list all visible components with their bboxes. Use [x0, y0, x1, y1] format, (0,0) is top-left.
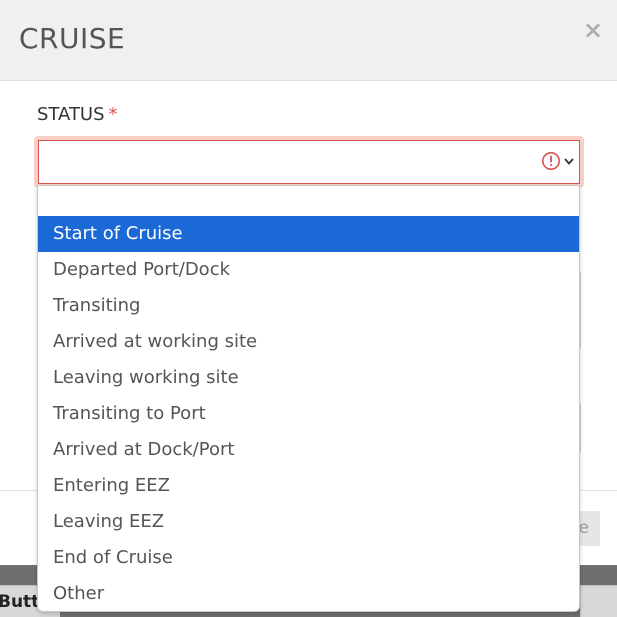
- dropdown-option[interactable]: Other: [38, 576, 579, 612]
- dropdown-option[interactable]: End of Cruise: [38, 540, 579, 576]
- status-select[interactable]: [38, 140, 580, 184]
- dropdown-option[interactable]: Departed Port/Dock: [38, 252, 579, 288]
- dropdown-option[interactable]: Arrived at Dock/Port: [38, 432, 579, 468]
- required-indicator: *: [108, 104, 118, 125]
- close-icon[interactable]: ×: [583, 18, 603, 42]
- dropdown-option[interactable]: Leaving working site: [38, 360, 579, 396]
- dropdown-option[interactable]: Leaving EEZ: [38, 504, 579, 540]
- dropdown-option[interactable]: Transiting: [38, 288, 579, 324]
- dropdown-option[interactable]: Start of Cruise: [38, 216, 579, 252]
- modal-header: CRUISE ×: [0, 0, 617, 81]
- page: Butt CRUISE × STATUS * e Start of Cruise …: [0, 0, 617, 617]
- dropdown-search-input[interactable]: [38, 186, 579, 216]
- dropdown-option[interactable]: Transiting to Port: [38, 396, 579, 432]
- dropdown-option[interactable]: Entering EEZ: [38, 468, 579, 504]
- modal-title: CRUISE: [19, 22, 126, 55]
- exclamation-circle-icon: [542, 152, 560, 170]
- chevron-down-icon[interactable]: [563, 155, 575, 167]
- background-panel: [580, 585, 617, 617]
- status-field-label: STATUS *: [37, 104, 118, 125]
- status-label-text: STATUS: [37, 104, 105, 125]
- status-dropdown-list: Start of Cruise Departed Port/Dock Trans…: [37, 185, 580, 612]
- dropdown-option[interactable]: Arrived at working site: [38, 324, 579, 360]
